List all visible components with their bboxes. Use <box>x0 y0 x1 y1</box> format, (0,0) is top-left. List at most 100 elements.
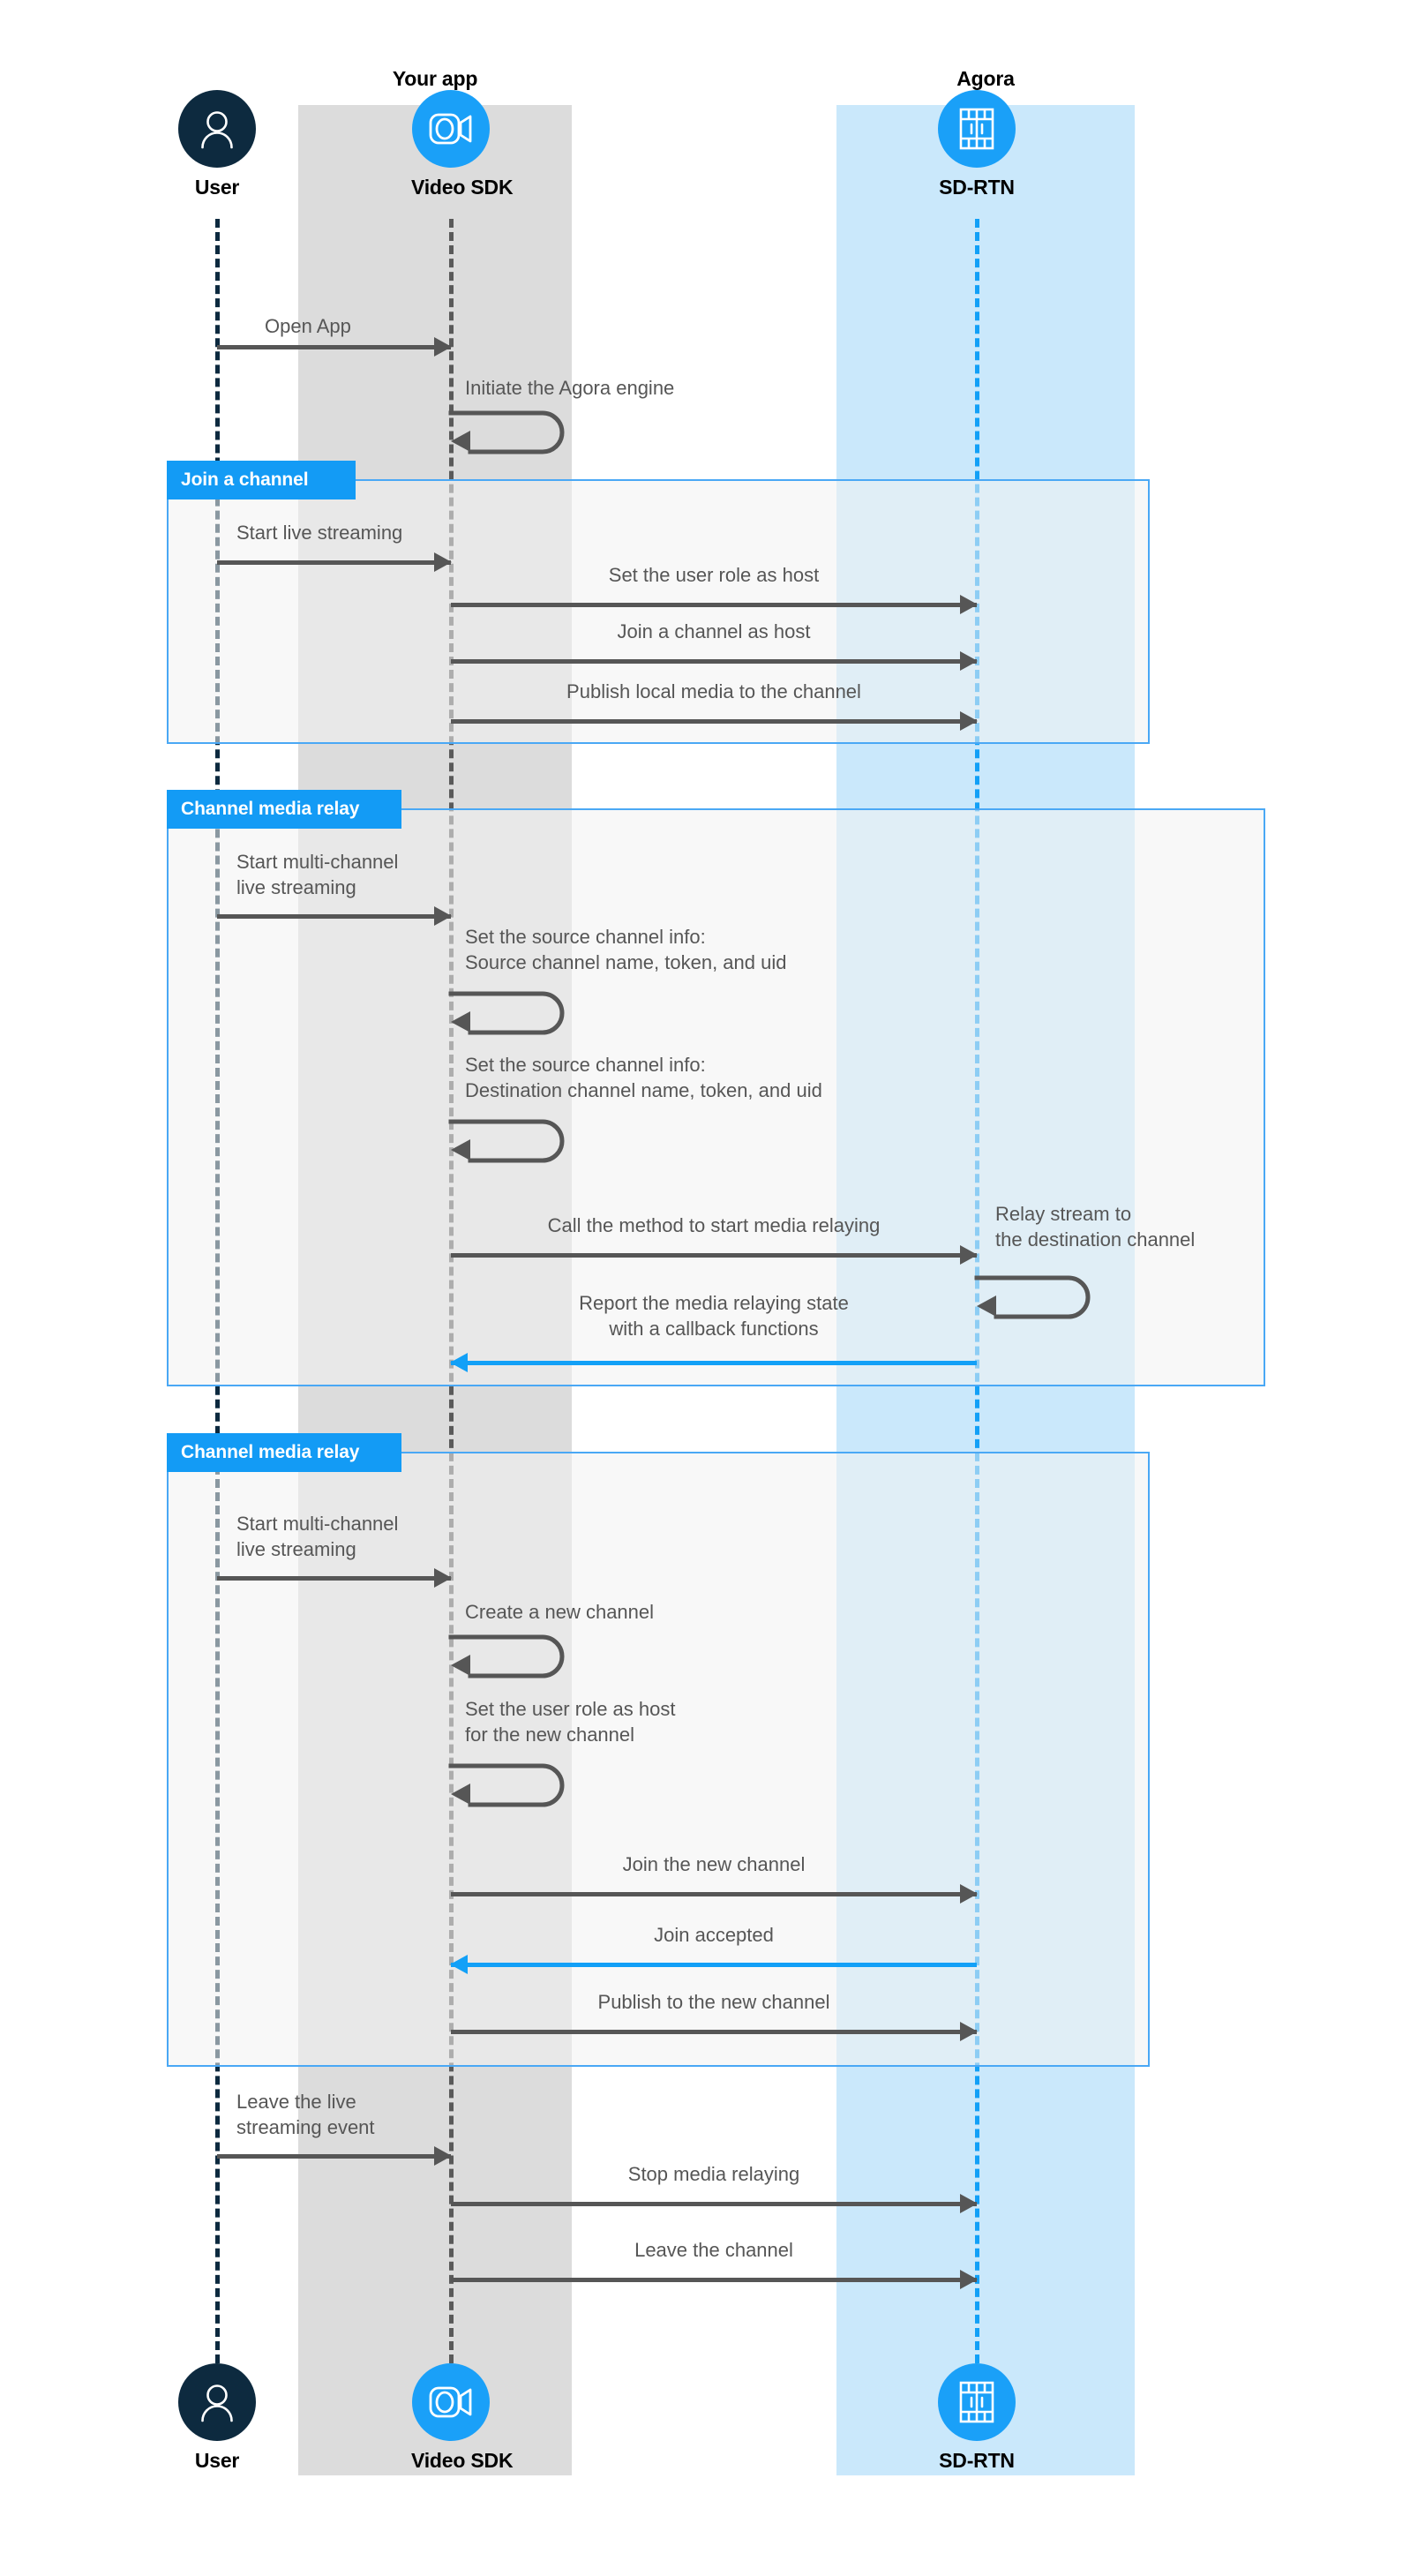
arrow-shaft <box>451 603 977 607</box>
arrow-shaft <box>451 2030 977 2034</box>
actor-sd-rtn-bottom: SD-RTN <box>937 2363 1016 2473</box>
arrow-shaft <box>451 1892 977 1896</box>
arrow-head-left-icon <box>450 1955 468 1974</box>
message-selfloop-m14 <box>448 1632 590 1683</box>
message-label-m3: Start live streaming <box>236 522 403 544</box>
fragment-label-channel-media-relay-1: Channel media relay <box>181 799 360 819</box>
message-label-m16: Join the new channel <box>622 1853 806 1875</box>
message-label-m6: Publish local media to the channel <box>566 680 861 702</box>
message-selfloop-m15 <box>448 1761 590 1812</box>
arrow-head-right-icon <box>960 1245 978 1265</box>
avatar-video-sdk-top <box>412 90 490 168</box>
self-loop-icon <box>448 410 565 454</box>
message-arrow-m10 <box>451 1245 978 1265</box>
group-caption-agora: Agora <box>956 67 1015 90</box>
actor-label-sd-rtn-bottom: SD-RTN <box>939 2449 1015 2472</box>
arrow-shaft <box>451 2202 977 2206</box>
message-label-m15: Set the user role as host for the new ch… <box>465 1698 676 1746</box>
arrow-shaft <box>451 659 977 664</box>
self-loop-icon <box>448 1119 565 1163</box>
arrow-head-right-icon <box>960 651 978 671</box>
sequence-diagram: Your app Agora User Video SDK SD-RTN Joi… <box>0 0 1425 2576</box>
message-arrow-m21 <box>451 2270 978 2289</box>
message-label-m19: Leave the live streaming event <box>236 2091 375 2138</box>
avatar-user-bottom <box>178 2363 256 2441</box>
message-label-m9: Set the source channel info: Destination… <box>465 1054 822 1101</box>
message-selfloop-m11 <box>974 1273 1116 1324</box>
message-label-m13: Start multi-channel live streaming <box>236 1513 399 1560</box>
arrow-shaft <box>451 2278 977 2282</box>
actor-sd-rtn-top: SD-RTN <box>937 90 1016 199</box>
group-caption-your-app: Your app <box>392 67 478 90</box>
message-arrow-m6 <box>451 711 978 731</box>
actor-label-user-top: User <box>194 176 240 199</box>
message-arrow-m4 <box>451 595 978 614</box>
message-arrow-m18 <box>451 2022 978 2041</box>
arrow-shaft <box>451 1361 977 1365</box>
arrow-shaft <box>451 1963 977 1967</box>
actor-label-video-sdk-top: Video SDK <box>411 176 514 199</box>
self-loop-icon <box>448 1763 565 1807</box>
arrow-head-left-icon <box>450 1353 468 1372</box>
message-label-m21: Leave the channel <box>634 2239 793 2261</box>
arrow-shaft <box>451 1253 977 1258</box>
message-arrow-m17 <box>450 1955 977 1974</box>
avatar-video-sdk-bottom <box>412 2363 490 2441</box>
message-arrow-m5 <box>451 651 978 671</box>
message-label-m17: Join accepted <box>654 1924 774 1946</box>
message-label-m20: Stop media relaying <box>627 2163 800 2185</box>
actor-label-sd-rtn-top: SD-RTN <box>939 176 1015 199</box>
message-arrow-m12 <box>450 1353 977 1372</box>
arrow-shaft <box>217 914 451 919</box>
person-icon <box>201 111 233 149</box>
arrow-head-right-icon <box>434 552 452 572</box>
arrow-shaft <box>217 2154 451 2159</box>
fragment-label-join-a-channel: Join a channel <box>181 469 309 490</box>
actor-label-user-bottom: User <box>194 2449 240 2472</box>
video-camera-icon <box>429 2386 472 2418</box>
message-label-m12: Report the media relaying state with a c… <box>579 1292 849 1340</box>
message-arrow-m20 <box>451 2194 978 2213</box>
arrow-head-right-icon <box>960 711 978 731</box>
actor-user-bottom: User <box>177 2363 257 2473</box>
video-camera-icon <box>429 113 472 145</box>
arrow-shaft <box>217 345 451 349</box>
message-label-m2: Initiate the Agora engine <box>465 377 675 399</box>
message-label-m18: Publish to the new channel <box>597 1991 830 2013</box>
message-label-m5: Join a channel as host <box>617 620 811 642</box>
network-grid-icon <box>959 2381 994 2423</box>
self-loop-icon <box>974 1275 1091 1319</box>
actor-video-sdk-bottom: Video SDK <box>411 2363 514 2473</box>
fragment-tab-channel-media-relay-1[interactable]: Channel media relay <box>167 790 401 829</box>
actor-label-video-sdk-bottom: Video SDK <box>411 2449 514 2472</box>
message-selfloop-m8 <box>448 988 590 1040</box>
message-arrow-m7 <box>217 906 452 926</box>
arrow-head-right-icon <box>434 906 452 926</box>
message-label-m10: Call the method to start media relaying <box>547 1214 881 1236</box>
arrow-head-right-icon <box>960 2194 978 2213</box>
message-arrow-m13 <box>217 1568 452 1588</box>
arrow-head-right-icon <box>960 2270 978 2289</box>
message-label-m14: Create a new channel <box>465 1601 655 1623</box>
avatar-sd-rtn-top <box>938 90 1016 168</box>
arrow-head-right-icon <box>960 2022 978 2041</box>
fragment-tab-join-a-channel[interactable]: Join a channel <box>167 461 356 499</box>
avatar-user-top <box>178 90 256 168</box>
fragment-tab-channel-media-relay-2[interactable]: Channel media relay <box>167 1433 401 1472</box>
message-label-m7: Start multi-channel live streaming <box>236 851 399 898</box>
avatar-sd-rtn-bottom <box>938 2363 1016 2441</box>
arrow-head-right-icon <box>960 1884 978 1904</box>
fragment-label-channel-media-relay-2: Channel media relay <box>181 1442 360 1462</box>
arrow-head-right-icon <box>434 337 452 357</box>
arrow-head-right-icon <box>434 1568 452 1588</box>
message-label-m8: Set the source channel info: Source chan… <box>465 926 787 973</box>
self-loop-icon <box>448 991 565 1035</box>
message-selfloop-m9 <box>448 1116 590 1168</box>
self-loop-icon <box>448 1634 565 1679</box>
message-selfloop-m2 <box>448 408 590 459</box>
arrow-head-right-icon <box>960 595 978 614</box>
network-grid-icon <box>959 108 994 150</box>
actor-video-sdk-top: Video SDK <box>411 90 514 199</box>
message-arrow-m19 <box>217 2146 452 2166</box>
message-arrow-m1 <box>217 337 452 357</box>
